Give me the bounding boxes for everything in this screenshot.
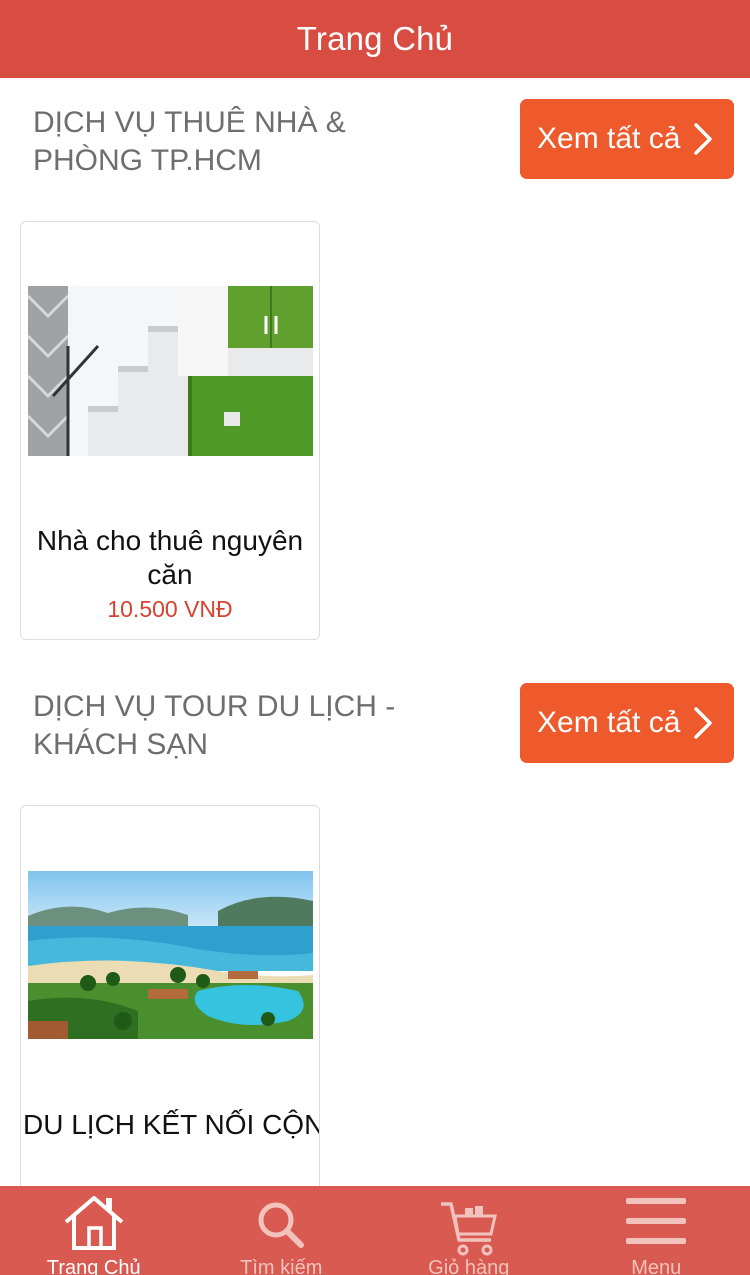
tab-search[interactable]: Tìm kiếm [188,1186,376,1275]
section-title-tour: DỊCH VỤ TOUR DU LỊCH - KHÁCH SẠN [33,690,396,761]
chevron-right-icon [694,123,713,155]
cart-icon [440,1202,497,1256]
product-image-tour [28,871,313,1039]
tab-cart[interactable]: Giỏ hàng [375,1186,563,1275]
bottom-tab-bar: Trang Chủ Tìm kiếm Giỏ hàng Menu [0,1186,750,1275]
view-all-label: Xem tất cả [537,122,681,155]
tab-label: Menu [631,1257,682,1275]
view-all-label: Xem tất cả [537,706,681,739]
tab-home[interactable]: Trang Chủ [0,1186,188,1275]
app-header: Trang Chủ [0,0,750,78]
section-title-housing: DỊCH VỤ THUÊ NHÀ & PHÒNG TP.HCM [33,106,346,177]
product-card-tour[interactable]: DU LỊCH KẾT NỐI CỘNG ĐỒNG CHU... [20,805,320,1225]
product-card-house[interactable]: Nhà cho thuê nguyên căn 10.500 VNĐ [20,221,320,640]
product-name: DU LỊCH KẾT NỐI CỘNG ĐỒNG CHU... [23,1109,319,1140]
tab-label: Trang Chủ [46,1257,141,1275]
search-icon [258,1202,305,1248]
page-title: Trang Chủ [296,20,454,57]
home-icon [64,1196,124,1250]
tab-menu[interactable]: Menu [563,1186,750,1275]
view-all-tour-button[interactable]: Xem tất cả [520,683,734,763]
product-image-house [28,286,313,456]
tab-label: Tìm kiếm [240,1257,323,1275]
menu-icon [626,1198,687,1244]
tab-label: Giỏ hàng [428,1257,510,1275]
view-all-housing-button[interactable]: Xem tất cả [520,99,734,179]
product-name: Nhà cho thuê nguyên căn [36,525,304,590]
chevron-right-icon [694,707,713,739]
product-price: 10.500 VNĐ [107,596,233,622]
